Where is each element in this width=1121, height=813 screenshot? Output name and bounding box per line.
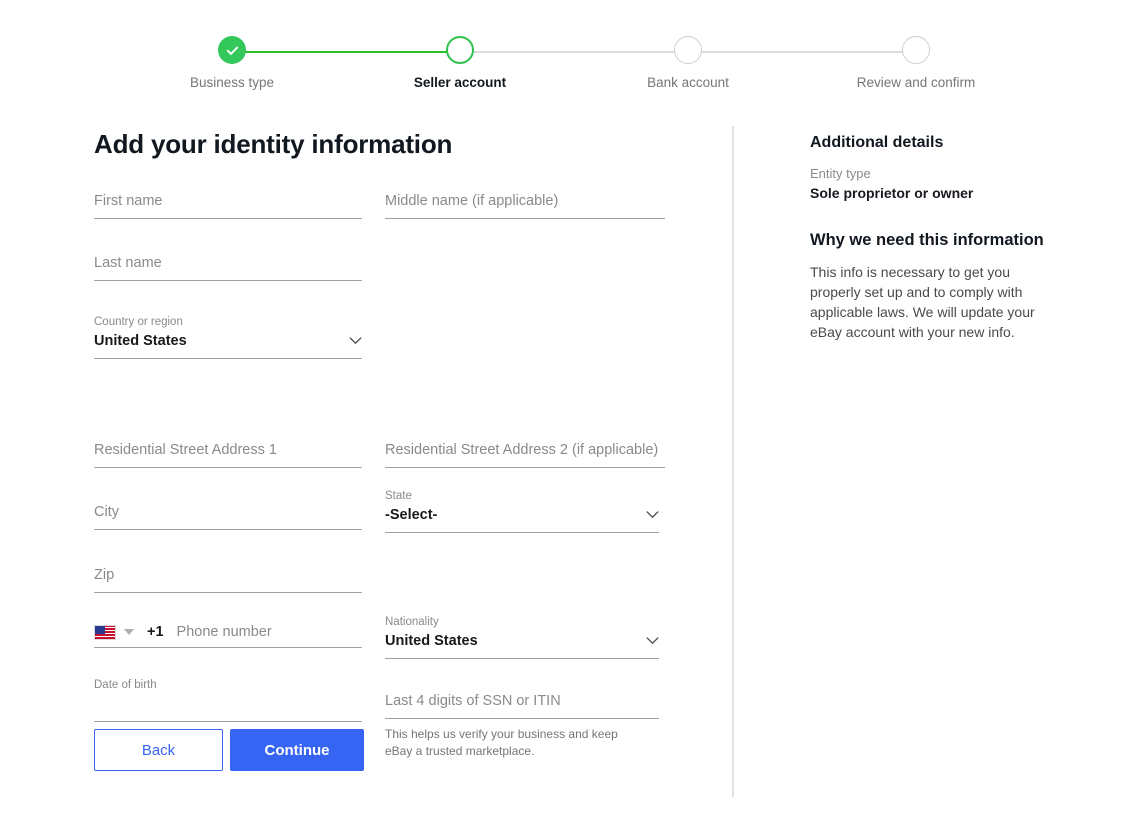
field-underline: [385, 467, 665, 468]
step-bank-account[interactable]: Bank account: [628, 36, 748, 91]
chevron-down-icon: [646, 506, 659, 524]
field-underline: [94, 721, 362, 722]
back-button[interactable]: Back: [94, 729, 223, 771]
continue-button[interactable]: Continue: [230, 729, 364, 771]
field-underline: [94, 358, 362, 359]
phone-row: +1 Phone number: [94, 624, 362, 647]
check-icon: [226, 46, 238, 55]
city-placeholder: City: [94, 504, 119, 520]
step-business-type[interactable]: Business type: [172, 36, 292, 91]
step-label: Business type: [189, 75, 275, 90]
step-label: Bank account: [647, 75, 729, 90]
step-circle-current: [446, 36, 474, 64]
nationality-label: Nationality: [385, 616, 439, 628]
zip-placeholder: Zip: [94, 567, 115, 583]
zip-field[interactable]: Zip: [94, 566, 362, 593]
nationality-select[interactable]: Nationality United States: [385, 615, 659, 659]
country-code-dropdown-icon[interactable]: [124, 629, 134, 635]
entity-type-value: Sole proprietor or owner: [810, 185, 974, 201]
field-underline: [94, 647, 362, 648]
page-title: Add your identity information: [94, 129, 453, 159]
middle-name-placeholder: Middle name (if applicable): [385, 193, 559, 209]
stepper-track: [232, 51, 916, 53]
signup-page: Business type Seller account Bank accoun…: [0, 0, 1121, 813]
country-label: Country or region: [94, 316, 183, 328]
country-value: United States: [94, 333, 187, 349]
step-review-and-confirm[interactable]: Review and confirm: [856, 36, 976, 91]
dob-label: Date of birth: [94, 679, 157, 691]
city-field[interactable]: City: [94, 503, 362, 530]
state-value-row: -Select-: [385, 506, 659, 532]
vertical-divider: [732, 126, 734, 797]
phone-number-field[interactable]: +1 Phone number: [94, 624, 362, 648]
why-heading: Why we need this information: [810, 231, 1044, 249]
state-select[interactable]: State -Select-: [385, 489, 659, 533]
address2-placeholder: Residential Street Address 2 (if applica…: [385, 442, 659, 458]
country-select[interactable]: Country or region United States: [94, 315, 362, 359]
step-label: Seller account: [413, 75, 507, 90]
dial-code: +1: [147, 624, 164, 640]
step-circle-upcoming: [674, 36, 702, 64]
phone-placeholder: Phone number: [176, 624, 272, 640]
address1-placeholder: Residential Street Address 1: [94, 442, 277, 458]
step-seller-account[interactable]: Seller account: [400, 36, 520, 91]
step-circle-complete: [218, 36, 246, 64]
date-of-birth-field[interactable]: Date of birth: [94, 678, 362, 722]
dob-value: [94, 695, 362, 721]
entity-type-label: Entity type: [810, 166, 871, 181]
field-underline: [94, 218, 362, 219]
ssn-helper-text: This helps us verify your business and k…: [385, 727, 618, 758]
middle-name-field[interactable]: Middle name (if applicable): [385, 192, 665, 219]
field-underline: [385, 658, 659, 659]
sidebar-heading: Additional details: [810, 134, 944, 151]
nationality-value: United States: [385, 633, 478, 649]
last-name-placeholder: Last name: [94, 255, 162, 271]
last-name-field[interactable]: Last name: [94, 254, 362, 281]
state-value: -Select-: [385, 507, 438, 523]
field-underline: [385, 532, 659, 533]
state-label: State: [385, 490, 412, 502]
ssn-last4-field[interactable]: Last 4 digits of SSN or ITIN This helps …: [385, 692, 659, 760]
field-underline: [94, 529, 362, 530]
first-name-placeholder: First name: [94, 193, 163, 209]
field-underline: [94, 467, 362, 468]
address-line-2-field[interactable]: Residential Street Address 2 (if applica…: [385, 441, 665, 468]
us-flag-icon: [94, 624, 116, 640]
identity-form: Add your identity information First name…: [94, 128, 694, 758]
why-body-text: This info is necessary to get you proper…: [810, 264, 1035, 340]
ssn-placeholder: Last 4 digits of SSN or ITIN: [385, 693, 561, 709]
chevron-down-icon: [646, 632, 659, 650]
chevron-down-icon: [349, 332, 362, 350]
form-actions: Back Continue: [94, 729, 364, 771]
step-circle-upcoming: [902, 36, 930, 64]
additional-details-panel: Additional details Entity type Sole prop…: [810, 133, 1050, 342]
address-line-1-field[interactable]: Residential Street Address 1: [94, 441, 362, 468]
nationality-value-row: United States: [385, 632, 659, 658]
first-name-field[interactable]: First name: [94, 192, 362, 219]
country-value-row: United States: [94, 332, 362, 358]
flag-canton: [95, 625, 105, 634]
step-label: Review and confirm: [856, 75, 976, 90]
progress-stepper: Business type Seller account Bank accoun…: [0, 0, 1121, 108]
field-underline: [94, 592, 362, 593]
field-underline: [94, 280, 362, 281]
field-underline: [385, 218, 665, 219]
